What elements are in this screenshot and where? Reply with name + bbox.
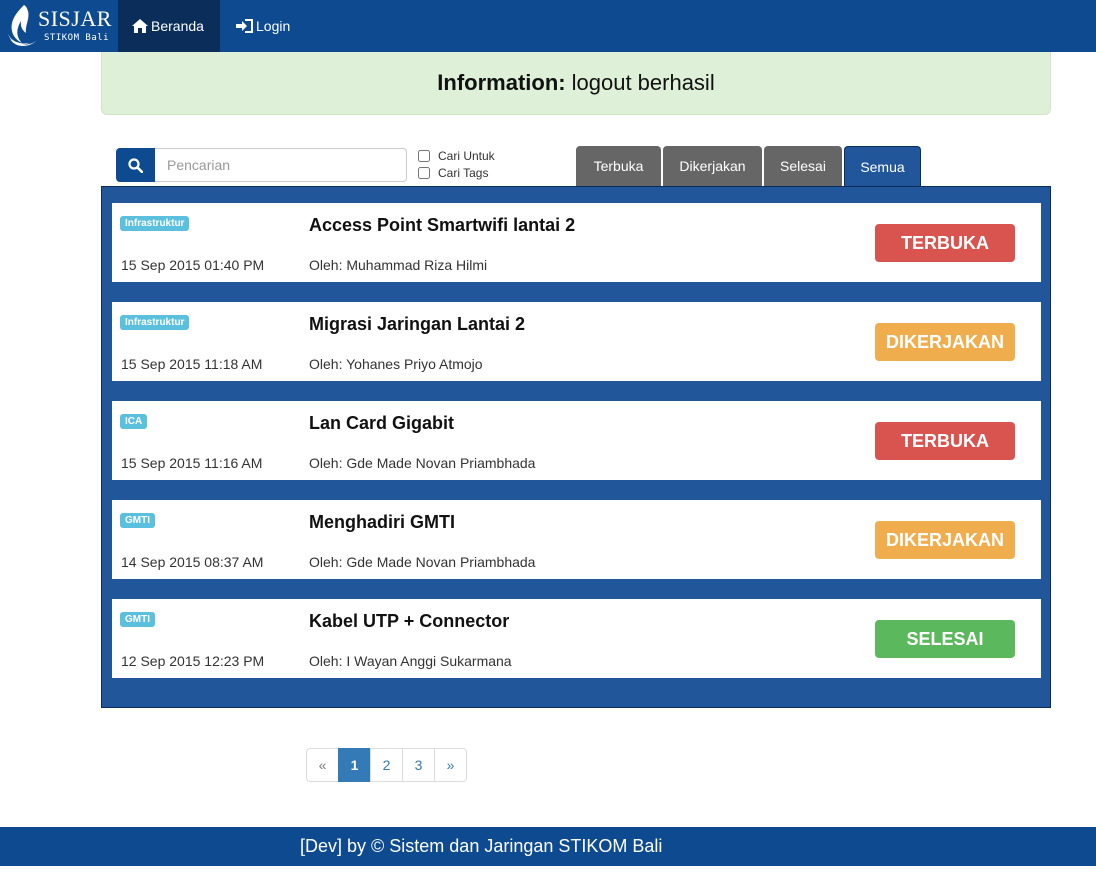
sign-in-icon: [236, 19, 253, 33]
ticket-card[interactable]: Infrastruktur 15 Sep 2015 11:18 AM Migra…: [112, 302, 1041, 381]
ticket-tag-badge: Infrastruktur: [120, 216, 190, 231]
cari-tags-checkbox[interactable]: [418, 167, 430, 179]
ticket-status-button[interactable]: SELESAI: [875, 620, 1015, 658]
tab-semua[interactable]: Semua: [844, 146, 921, 186]
nav-home-label: Beranda: [151, 18, 204, 34]
pagination: « 1 2 3 »: [306, 748, 467, 782]
ticket-date: 12 Sep 2015 12:23 PM: [121, 653, 265, 669]
nav-home-link[interactable]: Beranda: [118, 0, 220, 52]
ticket-tag-badge: GMTI: [120, 612, 155, 627]
cari-untuk-checkbox[interactable]: [418, 150, 430, 162]
ticket-list-panel: Infrastruktur 15 Sep 2015 01:40 PM Acces…: [101, 186, 1051, 708]
footer-text: [Dev] by © Sistem dan Jaringan STIKOM Ba…: [300, 836, 663, 856]
nav-login-link[interactable]: Login: [222, 0, 306, 52]
flame-logo-icon: [8, 5, 36, 46]
ticket-status-button[interactable]: TERBUKA: [875, 422, 1015, 460]
cari-tags-label: Cari Tags: [438, 166, 489, 180]
search-option-cari-untuk[interactable]: Cari Untuk: [418, 149, 495, 163]
ticket-status-button[interactable]: DIKERJAKAN: [875, 323, 1015, 361]
home-icon: [132, 19, 148, 33]
ticket-author: Oleh: Gde Made Novan Priambhada: [309, 554, 536, 570]
ticket-title[interactable]: Menghadiri GMTI: [309, 512, 455, 533]
ticket-tag-badge: Infrastruktur: [120, 315, 190, 330]
ticket-title[interactable]: Kabel UTP + Connector: [309, 611, 509, 632]
tab-terbuka[interactable]: Terbuka: [576, 146, 661, 186]
ticket-status-button[interactable]: DIKERJAKAN: [875, 521, 1015, 559]
tab-dikerjakan[interactable]: Dikerjakan: [663, 146, 762, 186]
search-option-cari-tags[interactable]: Cari Tags: [418, 166, 488, 180]
brand-subtitle: STIKOM Bali: [44, 33, 110, 43]
ticket-author: Oleh: Muhammad Riza Hilmi: [309, 257, 488, 273]
pagination-page-2[interactable]: 2: [370, 748, 403, 782]
info-alert: Information: logout berhasil: [101, 52, 1051, 115]
ticket-card[interactable]: GMTI 12 Sep 2015 12:23 PM Kabel UTP + Co…: [112, 599, 1041, 678]
footer: [Dev] by © Sistem dan Jaringan STIKOM Ba…: [0, 827, 1096, 866]
pagination-page-1[interactable]: 1: [338, 748, 371, 782]
pagination-page-3[interactable]: 3: [402, 748, 435, 782]
ticket-title[interactable]: Migrasi Jaringan Lantai 2: [309, 314, 525, 335]
search-icon: [128, 157, 143, 173]
ticket-date: 15 Sep 2015 11:16 AM: [121, 455, 263, 471]
pagination-prev[interactable]: «: [306, 748, 339, 782]
ticket-author: Oleh: Yohanes Priyo Atmojo: [309, 356, 483, 372]
ticket-status-button[interactable]: TERBUKA: [875, 224, 1015, 262]
brand-title: SISJAR: [38, 6, 112, 31]
alert-message: logout berhasil: [571, 70, 715, 95]
ticket-tag-badge: GMTI: [120, 513, 155, 528]
search-button[interactable]: [116, 148, 155, 182]
ticket-date: 15 Sep 2015 11:18 AM: [121, 356, 263, 372]
alert-label: Information:: [437, 70, 566, 95]
nav-login-label: Login: [256, 18, 291, 34]
ticket-author: Oleh: I Wayan Anggi Sukarmana: [309, 653, 512, 669]
ticket-card[interactable]: Infrastruktur 15 Sep 2015 01:40 PM Acces…: [112, 203, 1041, 282]
navbar: SISJAR STIKOM Bali Beranda Login: [0, 0, 1096, 52]
ticket-date: 14 Sep 2015 08:37 AM: [121, 554, 264, 570]
search-input[interactable]: [155, 148, 407, 182]
ticket-author: Oleh: Gde Made Novan Priambhada: [309, 455, 536, 471]
ticket-date: 15 Sep 2015 01:40 PM: [121, 257, 265, 273]
brand-logo[interactable]: SISJAR STIKOM Bali: [0, 0, 118, 52]
ticket-card[interactable]: ICA 15 Sep 2015 11:16 AM Lan Card Gigabi…: [112, 401, 1041, 480]
ticket-tag-badge: ICA: [120, 414, 148, 429]
ticket-title[interactable]: Lan Card Gigabit: [309, 413, 454, 434]
cari-untuk-label: Cari Untuk: [438, 149, 495, 163]
tab-selesai[interactable]: Selesai: [764, 146, 842, 186]
ticket-card[interactable]: GMTI 14 Sep 2015 08:37 AM Menghadiri GMT…: [112, 500, 1041, 579]
pagination-next[interactable]: »: [434, 748, 467, 782]
ticket-title[interactable]: Access Point Smartwifi lantai 2: [309, 215, 575, 236]
